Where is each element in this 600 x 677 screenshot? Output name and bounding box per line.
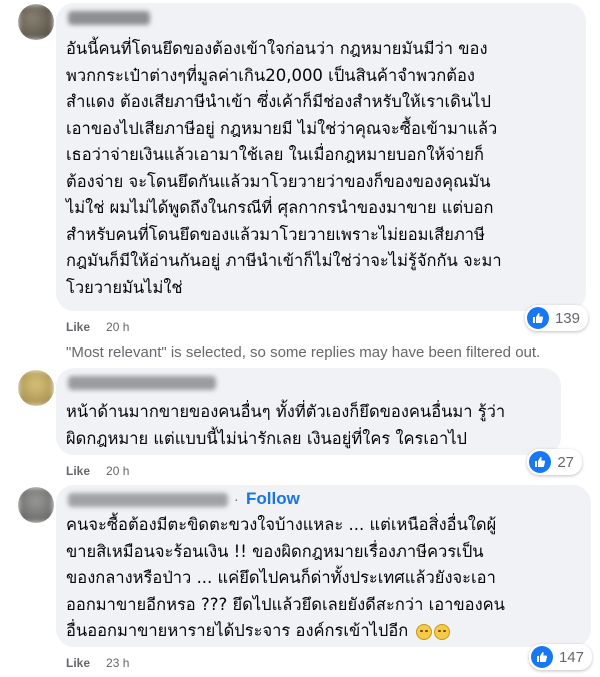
like-link[interactable]: Like xyxy=(66,320,90,334)
comment-text: หน้าด้านมากขายของคนอื่นๆ ทั้งที่ตัวเองก็… xyxy=(66,399,505,452)
reaction-count-badge[interactable]: 147 xyxy=(528,644,592,670)
comment-bubble: หน้าด้านมากขายของคนอื่นๆ ทั้งที่ตัวเองก็… xyxy=(56,368,561,455)
comment-bubble: · Follow คนจะซื้อต้องมีตะขิดตะขวงใจบ้างแ… xyxy=(56,485,591,647)
commenter-name[interactable] xyxy=(68,376,216,390)
comment-line: กฎมันก็มีให้อ่านกันอยู่ ภาษีนำเข้าก็ไม่ใ… xyxy=(66,251,502,270)
avatar[interactable] xyxy=(18,487,54,523)
comment-line: อันนี้คนที่โดนยึดของต้องเข้าใจก่อนว่า กฎ… xyxy=(66,39,488,58)
filter-notice: "Most relevant" is selected, so some rep… xyxy=(66,344,541,361)
avatar[interactable] xyxy=(18,4,54,40)
like-link[interactable]: Like xyxy=(66,464,90,478)
comment-meta: Like 20 h xyxy=(66,464,129,478)
comment-line: ขายสิเหมือนจะร้อนเงิน !! ของผิดกฎหมายเรื… xyxy=(66,541,484,561)
reaction-count: 147 xyxy=(558,648,584,666)
comment-line: ของกลางหรือป่าว ... แค่ยึดไปคนก็ด่าทั้งป… xyxy=(66,568,496,587)
comment-meta: Like 23 h xyxy=(66,656,129,670)
comment-line: ผิดกฎหมาย แต่แบบนี้ไม่น่ารักเลย เงินอยู่… xyxy=(66,428,468,448)
comment-line: สำแดง ต้องเสียภาษีนำเข้า ซึ่งเค้าก็มีช่อ… xyxy=(66,92,491,111)
like-link[interactable]: Like xyxy=(66,656,90,670)
comment-time[interactable]: 20 h xyxy=(106,464,129,478)
comment-meta: Like 20 h xyxy=(66,320,129,334)
comment-text: อันนี้คนที่โดนยึดของต้องเข้าใจก่อนว่า กฎ… xyxy=(66,36,502,301)
reaction-count-badge[interactable]: 27 xyxy=(527,449,582,475)
avatar[interactable] xyxy=(18,370,54,406)
comment-line: ออกมาขายอีกหรอ ??? ยึดไปแล้วยึดเลยยังดีส… xyxy=(66,594,505,614)
comment-line: อื่นออกมาขายหารายได้ประจาร องค์กรเข้าไปอ… xyxy=(66,621,409,640)
like-reaction-icon xyxy=(529,451,552,473)
comment-line: หน้าด้านมากขายของคนอื่นๆ ทั้งที่ตัวเองก็… xyxy=(66,402,506,421)
follow-button[interactable]: Follow xyxy=(246,489,300,509)
comment-bubble: อันนี้คนที่โดนยึดของต้องเข้าใจก่อนว่า กฎ… xyxy=(56,3,586,311)
comment-line: เอาของไปเสียภาษีอยู่ กฎหมายมี ไม่ใช่ว่าค… xyxy=(66,118,498,138)
comment-line: สำหรับคนที่โดนยึดของแล้วมาโวยวายเพราะไม่… xyxy=(66,224,485,244)
comment-line: เธอว่าจ่ายเงินแล้วเอามาใช้เลย ในเมื่อกฎห… xyxy=(66,145,485,164)
comment-text: คนจะซื้อต้องมีตะขิดตะขวงใจบ้างแหละ ... แ… xyxy=(66,512,505,645)
comment-line: คนจะซื้อต้องมีตะขิดตะขวงใจบ้างแหละ ... แ… xyxy=(66,515,497,534)
separator-dot: · xyxy=(234,491,239,507)
like-reaction-icon xyxy=(526,307,549,329)
like-reaction-icon xyxy=(530,646,553,668)
commenter-name[interactable] xyxy=(68,11,150,25)
reaction-count-badge[interactable]: 139 xyxy=(524,305,588,331)
commenter-name[interactable] xyxy=(68,493,228,507)
comment-time[interactable]: 20 h xyxy=(106,320,129,334)
comment-line-last: อื่นออกมาขายหารายได้ประจาร องค์กรเข้าไปอ… xyxy=(66,618,505,645)
comment-line: ไม่ใช่ ผมไม่ได้พูดถึงในกรณีที่ ศุลกากรนำ… xyxy=(66,198,494,217)
downcast-face-emoji xyxy=(433,623,450,640)
comment-line: ต้องจ่าย จะโดนยึดกันแล้วมาโวยวายว่าของก็… xyxy=(66,171,491,191)
reaction-count: 139 xyxy=(554,309,580,327)
comment-line: โวยวายมันไม่ใช่ xyxy=(66,277,183,297)
comment-line: พวกกระเป๋าต่างๆที่มูลค่าเกิน20,000 เป็นส… xyxy=(66,65,475,85)
reaction-count: 27 xyxy=(557,453,574,471)
comment-time[interactable]: 23 h xyxy=(106,656,129,670)
downcast-face-emoji xyxy=(415,623,432,640)
